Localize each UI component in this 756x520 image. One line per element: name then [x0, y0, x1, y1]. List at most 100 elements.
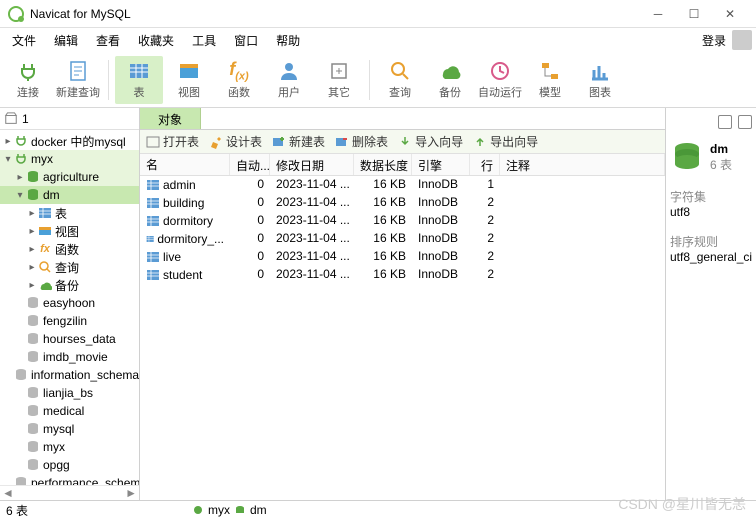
breadcrumb-db-icon: [234, 504, 246, 516]
toolbar-view-button[interactable]: 视图: [165, 56, 213, 104]
tree-scroll-controls: ◄ ►: [0, 485, 139, 500]
object-panel: 对象 打开表 设计表 新建表 删除表 导入向导 导出向导 名 自动... 修改日…: [140, 108, 666, 500]
table-row[interactable]: dormitory_...02023-11-04 ...16 KBInnoDB2: [140, 230, 665, 248]
menu-tools[interactable]: 工具: [184, 30, 224, 51]
new-table-button[interactable]: 新建表: [272, 133, 325, 150]
status-count: 6 表: [6, 502, 28, 519]
toolbar-query-button[interactable]: 查询: [376, 56, 424, 104]
table-row[interactable]: admin02023-11-04 ...16 KBInnoDB1: [140, 176, 665, 194]
open-table-button[interactable]: 打开表: [146, 133, 199, 150]
design-table-button[interactable]: 设计表: [209, 133, 262, 150]
delete-table-button[interactable]: 删除表: [335, 133, 388, 150]
breadcrumb: myx dm: [192, 500, 267, 520]
tree-db-information_schema[interactable]: information_schema: [0, 366, 139, 384]
col-date[interactable]: 修改日期: [270, 154, 354, 175]
query-icon: [389, 60, 411, 82]
table-row[interactable]: dormitory02023-11-04 ...16 KBInnoDB2: [140, 212, 665, 230]
view-icon: [178, 60, 200, 82]
plug-icon: [17, 60, 39, 82]
main-toolbar: 连接新建查询表视图f(x)函数用户其它查询备份自动运行模型图表: [0, 52, 756, 108]
breadcrumb-conn-icon: [192, 504, 204, 516]
import-wizard-button[interactable]: 导入向导: [398, 133, 463, 150]
charset-label: 字符集: [670, 188, 752, 205]
tab-objects[interactable]: 对象: [140, 108, 201, 129]
toolbar-user-button[interactable]: 用户: [265, 56, 313, 104]
tree-db-myx[interactable]: myx: [0, 438, 139, 456]
connection-tree[interactable]: ▸docker 中的mysql▾myx▸agriculture▾dm▸表▸视图▸…: [0, 130, 139, 485]
col-name[interactable]: 名: [140, 154, 230, 175]
details-name: dm: [710, 142, 732, 156]
table-body: admin02023-11-04 ...16 KBInnoDB1building…: [140, 176, 665, 500]
app-logo-icon: [8, 6, 24, 22]
toolbar-table-button[interactable]: 表: [115, 56, 163, 104]
collation-value: utf8_general_ci: [670, 250, 752, 264]
col-length[interactable]: 数据长度: [354, 154, 412, 175]
login-link[interactable]: 登录: [702, 32, 726, 49]
tree-db-agriculture[interactable]: ▸agriculture: [0, 168, 139, 186]
tree-dm-table[interactable]: ▸表: [0, 204, 139, 222]
toolbar-plug-button[interactable]: 连接: [4, 56, 52, 104]
menu-edit[interactable]: 编辑: [46, 30, 86, 51]
toolbar-page-button[interactable]: 新建查询: [54, 56, 102, 104]
toolbar-fx-button[interactable]: f(x)函数: [215, 56, 263, 104]
titlebar: Navicat for MySQL ─ ☐ ✕: [0, 0, 756, 28]
menu-favorites[interactable]: 收藏夹: [130, 30, 182, 51]
auto-icon: [489, 60, 511, 82]
tree-db-easyhoon[interactable]: easyhoon: [0, 294, 139, 312]
connections-tab-icon[interactable]: [4, 112, 18, 126]
tree-db-mysql[interactable]: mysql: [0, 420, 139, 438]
scroll-left-icon[interactable]: ◄: [2, 486, 14, 500]
tree-dm-backup[interactable]: ▸备份: [0, 276, 139, 294]
toolbar-chart-button[interactable]: 图表: [576, 56, 624, 104]
toolbar-auto-button[interactable]: 自动运行: [476, 56, 524, 104]
tree-db-lianjia_bs[interactable]: lianjia_bs: [0, 384, 139, 402]
tree-dm-view[interactable]: ▸视图: [0, 222, 139, 240]
connection-count: 1: [22, 112, 29, 126]
col-comment[interactable]: 注释: [500, 154, 665, 175]
breadcrumb-db[interactable]: dm: [250, 503, 267, 517]
database-large-icon: [670, 140, 704, 174]
table-row[interactable]: live02023-11-04 ...16 KBInnoDB2: [140, 248, 665, 266]
breadcrumb-conn[interactable]: myx: [208, 503, 230, 517]
user-icon: [278, 60, 300, 82]
tree-db-dm[interactable]: ▾dm: [0, 186, 139, 204]
backup-icon: [439, 60, 461, 82]
toolbar-backup-button[interactable]: 备份: [426, 56, 474, 104]
tree-db-medical[interactable]: medical: [0, 402, 139, 420]
menu-view[interactable]: 查看: [88, 30, 128, 51]
fx-icon: f(x): [228, 60, 250, 82]
table-row[interactable]: student02023-11-04 ...16 KBInnoDB2: [140, 266, 665, 284]
tree-conn-docker[interactable]: ▸docker 中的mysql: [0, 132, 139, 150]
tree-db-opgg[interactable]: opgg: [0, 456, 139, 474]
table-header: 名 自动... 修改日期 数据长度 引擎 行 注释: [140, 154, 665, 176]
toolbar-other-button[interactable]: 其它: [315, 56, 363, 104]
maximize-button[interactable]: ☐: [676, 2, 712, 26]
col-rows[interactable]: 行: [470, 154, 500, 175]
charset-value: utf8: [670, 205, 752, 219]
tree-db-imdb_movie[interactable]: imdb_movie: [0, 348, 139, 366]
model-icon: [539, 60, 561, 82]
menu-window[interactable]: 窗口: [226, 30, 266, 51]
toolbar-model-button[interactable]: 模型: [526, 56, 574, 104]
col-auto[interactable]: 自动...: [230, 154, 270, 175]
menubar: 文件 编辑 查看 收藏夹 工具 窗口 帮助 登录: [0, 28, 756, 52]
grid-view-icon[interactable]: [738, 115, 752, 129]
connection-panel: 1 ▸docker 中的mysql▾myx▸agriculture▾dm▸表▸视…: [0, 108, 140, 500]
tree-db-performance_schema[interactable]: performance_schema: [0, 474, 139, 485]
tree-dm-fx[interactable]: ▸fx函数: [0, 240, 139, 258]
close-button[interactable]: ✕: [712, 2, 748, 26]
menu-help[interactable]: 帮助: [268, 30, 308, 51]
tree-db-hourses_data[interactable]: hourses_data: [0, 330, 139, 348]
menu-file[interactable]: 文件: [4, 30, 44, 51]
tree-db-fengzilin[interactable]: fengzilin: [0, 312, 139, 330]
details-count: 6 表: [710, 156, 732, 173]
tree-dm-query[interactable]: ▸查询: [0, 258, 139, 276]
scroll-right-icon[interactable]: ►: [125, 486, 137, 500]
minimize-button[interactable]: ─: [640, 2, 676, 26]
table-row[interactable]: building02023-11-04 ...16 KBInnoDB2: [140, 194, 665, 212]
export-wizard-button[interactable]: 导出向导: [473, 133, 538, 150]
info-view-icon[interactable]: [718, 115, 732, 129]
user-avatar-icon[interactable]: [732, 30, 752, 50]
tree-conn-myx[interactable]: ▾myx: [0, 150, 139, 168]
col-engine[interactable]: 引擎: [412, 154, 470, 175]
